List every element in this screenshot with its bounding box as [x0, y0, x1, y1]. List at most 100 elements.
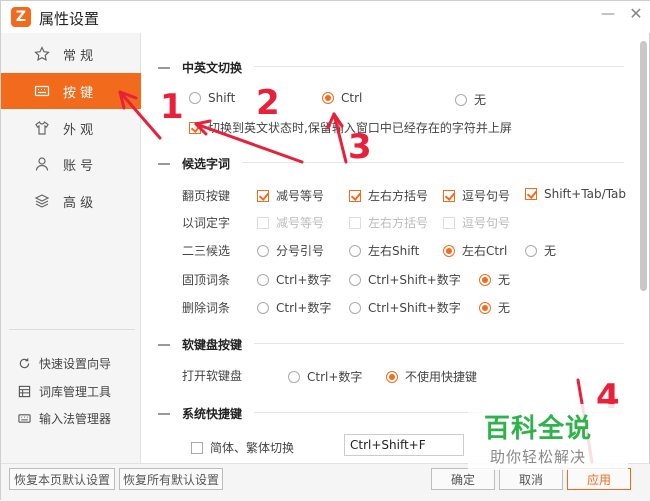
- checkbox-disabled: [443, 216, 455, 229]
- checkbox-on: [189, 121, 201, 134]
- radio-off: [349, 244, 361, 257]
- option-label: 减号等号: [276, 189, 325, 203]
- checkbox-on: [525, 188, 537, 200]
- section-divider: [254, 66, 624, 67]
- section-title-candidates: 候选字词: [158, 155, 230, 172]
- tool-item-label: 输入法管理器: [39, 411, 112, 426]
- retain-chars-checkbox[interactable]: 切换到英文状态时,保留输入窗口中已经存在的字符并上屏: [189, 119, 512, 136]
- option-label: Ctrl+Shift+数字: [368, 301, 461, 315]
- window-title: 属性设置: [39, 10, 100, 28]
- settings-content: 中英文切换 Shift Ctrl 无 切换到英文状态时,保留输入窗口中已经存在的…: [142, 33, 638, 463]
- radio-off: [257, 301, 269, 314]
- option-label: 左右Ctrl: [462, 244, 508, 258]
- pin-none-radio[interactable]: 无: [479, 271, 510, 288]
- page-shift-tab-checkbox[interactable]: Shift+Tab/Tab: [525, 187, 626, 201]
- sidebar-item-label: 按 键: [63, 85, 94, 101]
- softkb-ctrl-num-radio[interactable]: Ctrl+数字: [288, 368, 362, 385]
- simp-trad-hotkey-input[interactable]: Ctrl+Shift+F: [344, 434, 464, 456]
- title-bar: Z 属性设置 — ✕: [1, 1, 650, 33]
- pin-ctrl-num-radio[interactable]: Ctrl+数字: [257, 271, 331, 288]
- layers-icon: [33, 192, 51, 210]
- app-logo-icon: Z: [11, 7, 31, 27]
- option-label: 切换到英文状态时,保留输入窗口中已经存在的字符并上屏: [208, 121, 512, 135]
- switch-none-radio[interactable]: 无: [455, 91, 486, 108]
- page-comma-period-checkbox[interactable]: 逗号句号: [443, 187, 510, 204]
- radio-on: [386, 370, 398, 383]
- quick-setup-wizard-link[interactable]: 快速设置向导: [17, 352, 111, 374]
- dictionary-tool-link[interactable]: 词库管理工具: [17, 380, 111, 402]
- option-label: 逗号句号: [462, 216, 511, 230]
- option-label: Ctrl+Shift+数字: [368, 273, 461, 287]
- option-label: 左右方括号: [368, 189, 429, 203]
- sidebar-item-advanced[interactable]: 高 级: [1, 183, 141, 219]
- option-label: Shift: [208, 91, 236, 105]
- radio-on: [479, 273, 491, 286]
- switch-ctrl-radio[interactable]: Ctrl: [322, 91, 362, 105]
- sidebar: 常 规 按 键 外 观 账 号 高 级 快速设置向导 词库管理工具 输入法管理器: [1, 33, 141, 463]
- alt-semicolon-quote-radio[interactable]: 分号引号: [257, 242, 324, 259]
- option-label: 不使用快捷键: [405, 370, 478, 384]
- watermark-subtitle: 助你轻松解决: [490, 448, 587, 466]
- shirt-icon: [33, 119, 51, 137]
- checkbox-on: [443, 189, 455, 202]
- pin-ctrl-shift-num-radio[interactable]: Ctrl+Shift+数字: [349, 271, 461, 288]
- page-minus-equal-checkbox[interactable]: 减号等号: [257, 187, 324, 204]
- sidebar-item-appearance[interactable]: 外 观: [1, 110, 141, 146]
- close-button[interactable]: ✕: [627, 5, 645, 23]
- option-label: 无: [498, 301, 511, 315]
- radio-off: [525, 244, 537, 257]
- radio-off: [455, 93, 467, 106]
- del-none-radio[interactable]: 无: [479, 299, 510, 316]
- checkbox-disabled: [349, 216, 361, 229]
- alt-shift-radio[interactable]: 左右Shift: [349, 242, 419, 259]
- simp-trad-switch-checkbox[interactable]: 简体、繁体切换: [191, 439, 294, 456]
- softkb-no-hotkey-radio[interactable]: 不使用快捷键: [386, 368, 477, 385]
- option-label: 无: [544, 244, 557, 258]
- row-label-word-to-char: 以词定字: [182, 216, 231, 230]
- restore-page-defaults-button[interactable]: 恢复本页默认设置: [9, 468, 115, 490]
- tool-item-label: 快速设置向导: [39, 356, 112, 371]
- switch-shift-radio[interactable]: Shift: [189, 91, 235, 105]
- ok-button[interactable]: 确定: [431, 468, 495, 490]
- refresh-icon: [17, 356, 31, 370]
- option-label: 分号引号: [276, 244, 325, 258]
- option-label: Ctrl+数字: [307, 370, 363, 384]
- radio-off: [288, 370, 300, 383]
- checkbox-disabled: [257, 216, 269, 229]
- section-divider: [254, 343, 624, 344]
- option-label: 无: [498, 273, 511, 287]
- alt-none-radio[interactable]: 无: [525, 242, 556, 259]
- tool-item-label: 词库管理工具: [39, 384, 112, 399]
- sidebar-divider: [9, 329, 135, 330]
- radio-on: [322, 92, 334, 104]
- radio-off: [349, 301, 361, 314]
- keyboard-icon: [17, 411, 31, 425]
- ime-manager-link[interactable]: 输入法管理器: [17, 407, 111, 429]
- alt-ctrl-radio[interactable]: 左右Ctrl: [443, 242, 507, 259]
- word-comma-period-checkbox[interactable]: 逗号句号: [443, 214, 510, 231]
- section-title-system: 系统快捷键: [158, 405, 242, 422]
- radio-on: [443, 244, 455, 257]
- word-brackets-checkbox[interactable]: 左右方括号: [349, 214, 428, 231]
- checkbox-on: [349, 189, 361, 202]
- radio-on: [479, 301, 491, 314]
- sidebar-item-label: 常 规: [63, 48, 94, 64]
- sidebar-item-account[interactable]: 账 号: [1, 146, 141, 182]
- word-minus-equal-checkbox[interactable]: 减号等号: [257, 214, 324, 231]
- page-brackets-checkbox[interactable]: 左右方括号: [349, 187, 428, 204]
- option-label: Ctrl+数字: [276, 301, 332, 315]
- restore-all-defaults-button[interactable]: 恢复所有默认设置: [119, 468, 223, 490]
- sidebar-item-general[interactable]: 常 规: [1, 36, 141, 72]
- apply-button[interactable]: 应用: [567, 468, 631, 490]
- grid-icon: [17, 384, 31, 398]
- option-label: Ctrl+数字: [276, 273, 332, 287]
- option-label: Ctrl: [341, 91, 363, 105]
- content-scrollbar[interactable]: [640, 41, 647, 291]
- del-ctrl-shift-num-radio[interactable]: Ctrl+Shift+数字: [349, 299, 461, 316]
- option-label: 减号等号: [276, 216, 325, 230]
- minimize-button[interactable]: —: [599, 5, 617, 23]
- del-ctrl-num-radio[interactable]: Ctrl+数字: [257, 299, 331, 316]
- sidebar-item-keys[interactable]: 按 键: [1, 73, 141, 109]
- watermark-title: 百科全说: [484, 414, 593, 444]
- cancel-button[interactable]: 取消: [499, 468, 563, 490]
